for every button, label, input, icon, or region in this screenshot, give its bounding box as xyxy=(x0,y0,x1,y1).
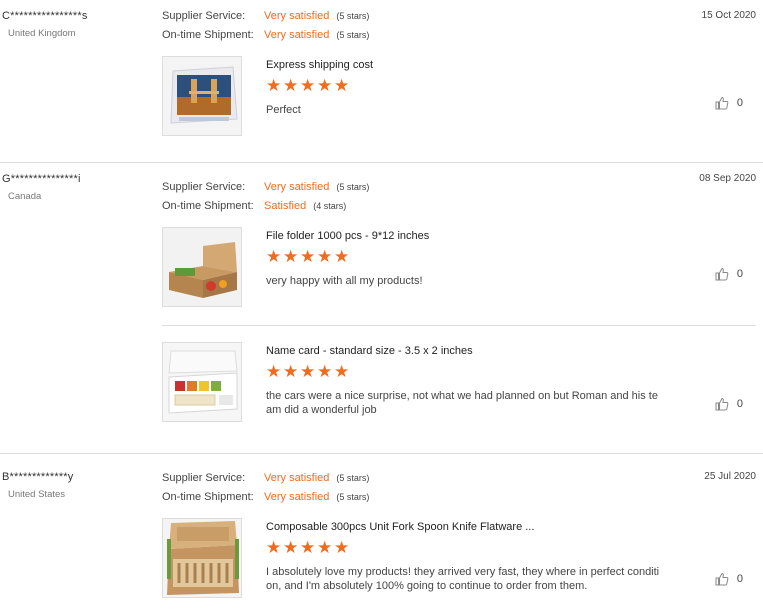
ontime-shipment-value: Very satisfied xyxy=(264,29,330,41)
review-date: 15 Oct 2020 xyxy=(701,10,756,21)
product-rating: ★ ★ ★ ★ ★ xyxy=(266,247,350,267)
star-icon: ★ xyxy=(283,362,299,382)
thumbs-up-icon xyxy=(715,96,729,110)
thumbs-up-icon xyxy=(715,267,729,281)
ontime-shipment-value: Very satisfied xyxy=(264,491,330,503)
star-icon: ★ xyxy=(317,538,333,558)
item-divider xyxy=(162,325,756,326)
ontime-shipment-rating: On-time Shipment: Satisfied (4 stars) xyxy=(162,200,346,212)
ontime-shipment-label: On-time Shipment: xyxy=(162,29,254,41)
kraft-food-box-image[interactable] xyxy=(162,227,242,307)
supplier-service-label: Supplier Service: xyxy=(162,472,246,484)
like-button[interactable]: 0 xyxy=(715,572,743,586)
thumbs-up-icon xyxy=(715,397,729,411)
cutlery-box-image[interactable] xyxy=(162,518,242,598)
supplier-service-value: Very satisfied xyxy=(264,472,330,484)
star-icon: ★ xyxy=(266,247,282,267)
compartment-tray-image[interactable] xyxy=(162,342,242,422)
review-comment: very happy with all my products! xyxy=(266,275,423,287)
thumbs-up-icon xyxy=(715,572,729,586)
like-count: 0 xyxy=(736,97,743,109)
supplier-service-rating: Supplier Service: Very satisfied (5 stars) xyxy=(162,472,369,484)
star-icon: ★ xyxy=(283,76,299,96)
product-name[interactable]: Express shipping cost xyxy=(266,59,373,71)
buyer-country: United States xyxy=(8,489,66,500)
star-icon: ★ xyxy=(300,362,316,382)
like-button[interactable]: 0 xyxy=(715,267,743,281)
like-button[interactable]: 0 xyxy=(715,96,743,110)
star-icon: ★ xyxy=(317,247,333,267)
supplier-service-rating: Supplier Service: Very satisfied (5 stars) xyxy=(162,10,369,22)
review-card: B*************y United States 25 Jul 202… xyxy=(0,454,763,614)
review-card: G***************i Canada 08 Sep 2020 Sup… xyxy=(0,163,763,454)
product-name[interactable]: Composable 300pcs Unit Fork Spoon Knife … xyxy=(266,521,534,533)
review-item: Composable 300pcs Unit Fork Spoon Knife … xyxy=(162,518,756,602)
ontime-shipment-label: On-time Shipment: xyxy=(162,200,254,212)
review-item: Express shipping cost ★ ★ ★ ★ ★ Perfect 0 xyxy=(162,56,756,140)
supplier-service-stars: (5 stars) xyxy=(336,473,370,483)
review-item: File folder 1000 pcs - 9*12 inches ★ ★ ★ ★ ★… xyxy=(162,227,756,311)
star-icon: ★ xyxy=(283,538,299,558)
puzzle-box-image[interactable] xyxy=(162,56,242,136)
star-icon: ★ xyxy=(334,247,350,267)
supplier-service-label: Supplier Service: xyxy=(162,181,246,193)
supplier-service-value: Very satisfied xyxy=(264,10,330,22)
star-icon: ★ xyxy=(300,247,316,267)
review-comment: I absolutely love my products! they arri… xyxy=(266,566,660,592)
ontime-shipment-rating: On-time Shipment: Very satisfied (5 stars) xyxy=(162,491,369,503)
buyer-country: United Kingdom xyxy=(8,28,76,39)
supplier-service-label: Supplier Service: xyxy=(162,10,246,22)
like-count: 0 xyxy=(736,573,743,585)
product-name[interactable]: File folder 1000 pcs - 9*12 inches xyxy=(266,230,429,242)
like-button[interactable]: 0 xyxy=(715,397,743,411)
star-icon: ★ xyxy=(334,76,350,96)
buyer-name: G***************i xyxy=(2,173,81,185)
product-rating: ★ ★ ★ ★ ★ xyxy=(266,362,350,382)
product-rating: ★ ★ ★ ★ ★ xyxy=(266,76,350,96)
supplier-service-stars: (5 stars) xyxy=(336,11,370,21)
review-date: 08 Sep 2020 xyxy=(699,173,756,184)
review-comment: Perfect xyxy=(266,104,301,116)
review-date: 25 Jul 2020 xyxy=(704,471,756,482)
star-icon: ★ xyxy=(317,76,333,96)
buyer-name: C****************s xyxy=(2,10,88,22)
buyer-country: Canada xyxy=(8,191,42,202)
buyer-name: B*************y xyxy=(2,471,74,483)
supplier-service-rating: Supplier Service: Very satisfied (5 stars) xyxy=(162,181,369,193)
ontime-shipment-stars: (4 stars) xyxy=(313,201,347,211)
review-card: C****************s United Kingdom 15 Oct… xyxy=(0,0,763,163)
review-item: Name card - standard size - 3.5 x 2 inch… xyxy=(162,342,756,426)
star-icon: ★ xyxy=(334,362,350,382)
ontime-shipment-rating: On-time Shipment: Very satisfied (5 stars) xyxy=(162,29,369,41)
star-icon: ★ xyxy=(283,247,299,267)
product-name[interactable]: Name card - standard size - 3.5 x 2 inch… xyxy=(266,345,473,357)
star-icon: ★ xyxy=(334,538,350,558)
ontime-shipment-value: Satisfied xyxy=(264,200,307,212)
star-icon: ★ xyxy=(300,76,316,96)
ontime-shipment-stars: (5 stars) xyxy=(336,30,370,40)
star-icon: ★ xyxy=(266,362,282,382)
ontime-shipment-stars: (5 stars) xyxy=(336,492,370,502)
supplier-service-value: Very satisfied xyxy=(264,181,330,193)
star-icon: ★ xyxy=(266,76,282,96)
star-icon: ★ xyxy=(266,538,282,558)
star-icon: ★ xyxy=(300,538,316,558)
ontime-shipment-label: On-time Shipment: xyxy=(162,491,254,503)
like-count: 0 xyxy=(736,398,743,410)
star-icon: ★ xyxy=(317,362,333,382)
product-rating: ★ ★ ★ ★ ★ xyxy=(266,538,350,558)
review-comment: the cars were a nice surprise, not what … xyxy=(266,390,658,416)
supplier-service-stars: (5 stars) xyxy=(336,182,370,192)
like-count: 0 xyxy=(736,268,743,280)
